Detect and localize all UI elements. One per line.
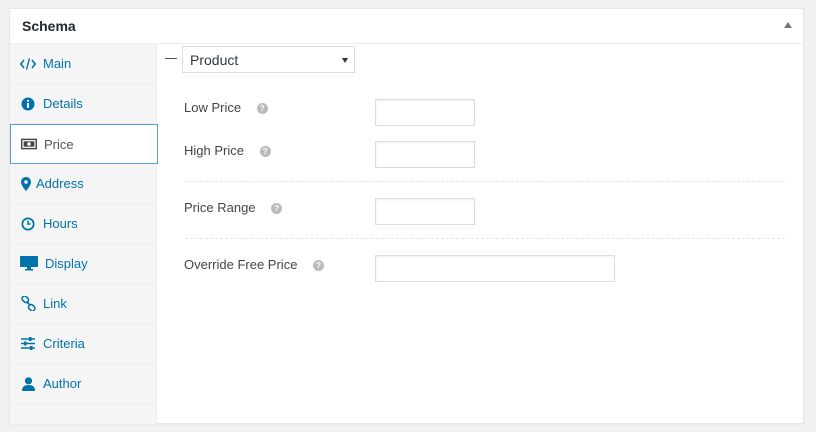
help-icon[interactable]: ? <box>256 103 268 115</box>
price-range-label: Price Range <box>184 200 256 215</box>
sidebar-tabs: Main Details Price Address Hours Display… <box>10 44 158 424</box>
dropdown-caret-icon <box>342 58 348 63</box>
tab-author[interactable]: Author <box>10 364 156 404</box>
code-icon <box>20 56 36 72</box>
tab-label: Criteria <box>43 336 85 351</box>
tab-label: Main <box>43 56 72 71</box>
section-divider <box>185 181 785 182</box>
override-free-price-label: Override Free Price <box>184 257 298 272</box>
tab-criteria[interactable]: Criteria <box>10 324 156 364</box>
tab-label: Author <box>43 376 82 391</box>
sliders-icon <box>20 336 36 352</box>
tab-details[interactable]: Details <box>10 84 156 124</box>
override-free-price-input[interactable] <box>375 255 615 282</box>
tab-label: Hours <box>43 216 78 231</box>
schema-metabox: Schema Main Details Price Address Hours … <box>9 8 804 424</box>
info-icon <box>20 96 36 112</box>
tab-hours[interactable]: Hours <box>10 204 156 244</box>
tab-label: Link <box>43 296 67 311</box>
tab-link[interactable]: Link <box>10 284 156 324</box>
collapse-minus-icon[interactable] <box>165 58 177 59</box>
schema-type-select[interactable]: Product <box>182 46 355 73</box>
override-free-price-label-row: Override Free Price ? <box>184 257 325 272</box>
high-price-input[interactable] <box>375 141 475 168</box>
help-icon[interactable]: ? <box>313 260 325 272</box>
metabox-title: Schema <box>22 18 76 34</box>
tab-price[interactable]: Price <box>10 124 158 164</box>
user-icon <box>20 376 36 392</box>
help-icon[interactable]: ? <box>271 203 283 215</box>
high-price-label-row: High Price ? <box>184 143 271 158</box>
clock-icon <box>20 216 36 232</box>
help-icon[interactable]: ? <box>259 146 271 158</box>
high-price-label: High Price <box>184 143 244 158</box>
map-marker-icon <box>20 176 32 192</box>
tab-address[interactable]: Address <box>10 164 156 204</box>
metabox-header[interactable]: Schema <box>10 9 803 44</box>
low-price-input[interactable] <box>375 99 475 126</box>
tab-label: Details <box>43 96 83 111</box>
tab-display[interactable]: Display <box>10 244 156 284</box>
price-range-label-row: Price Range ? <box>184 200 283 215</box>
schema-type-value: Product <box>190 52 239 68</box>
price-range-input[interactable] <box>375 198 475 225</box>
tab-label: Price <box>44 136 74 152</box>
money-icon <box>21 136 37 152</box>
tab-main[interactable]: Main <box>10 44 156 84</box>
tab-label: Address <box>36 176 84 191</box>
link-icon <box>20 296 36 312</box>
low-price-label: Low Price <box>184 100 242 115</box>
tab-label: Display <box>45 256 88 271</box>
section-divider <box>185 238 785 239</box>
desktop-icon <box>20 256 38 272</box>
low-price-label-row: Low Price ? <box>184 100 268 115</box>
price-panel: Product Low Price ? High Price ? Price R… <box>157 44 803 424</box>
collapse-arrow-icon[interactable] <box>784 22 792 28</box>
